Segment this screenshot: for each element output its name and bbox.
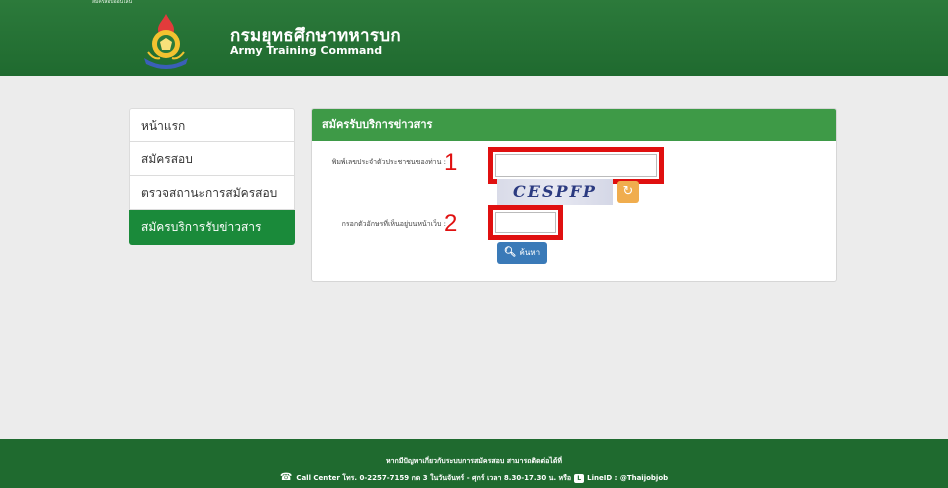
captcha-image: CESPFP <box>497 179 613 205</box>
id-number-label: พิมพ์เลขประจำตัวประชาชนของท่าน : <box>331 158 446 166</box>
annotation-number-2: 2 <box>444 210 458 237</box>
site-header: สมัครสอบออนไลน์ กรมยุทธศึกษาทหารบก Army … <box>0 0 948 76</box>
footer-call-center: Call Center โทร. 0-2257-7159 กด 3 ในวันจ… <box>296 474 572 482</box>
site-footer: หากมีปัญหาเกี่ยวกับระบบการสมัครสอบ สามาร… <box>0 439 948 488</box>
search-button-label: ค้นหา <box>519 248 541 257</box>
sidebar-item-news-subscription[interactable]: สมัครบริการรับข่าวสาร <box>129 210 295 245</box>
sidebar-item-home[interactable]: หน้าแรก <box>129 108 295 142</box>
search-icon: 🔍︎ <box>503 247 517 258</box>
footer-contact-line: ☎ Call Center โทร. 0-2257-7159 กด 3 ในวัน… <box>0 472 948 484</box>
panel-title: สมัครรับบริการข่าวสาร <box>312 109 836 141</box>
sidebar-item-check-status[interactable]: ตรวจสถานะการสมัครสอบ <box>129 176 295 210</box>
sidebar-item-apply[interactable]: สมัครสอบ <box>129 142 295 176</box>
subscription-panel: สมัครรับบริการข่าวสาร พิมพ์เลขประจำตัวปร… <box>311 108 837 282</box>
sidebar-menu: หน้าแรก สมัครสอบ ตรวจสถานะการสมัครสอบ สม… <box>129 108 295 245</box>
footer-line-id: LineID : @Thaijobjob <box>587 474 669 482</box>
site-title-english: Army Training Command <box>230 44 383 57</box>
refresh-icon[interactable]: ↻ <box>617 181 639 203</box>
footer-help-text: หากมีปัญหาเกี่ยวกับระบบการสมัครสอบ สามาร… <box>386 457 562 465</box>
id-number-input[interactable] <box>495 154 657 177</box>
line-app-icon: L <box>574 473 585 483</box>
army-emblem-icon <box>144 14 188 69</box>
top-strip-text: สมัครสอบออนไลน์ <box>92 0 133 5</box>
captcha-input[interactable] <box>495 212 556 233</box>
phone-icon: ☎ <box>279 472 293 483</box>
captcha-label: กรอกตัวอักษรที่เห็นอยู่บนหน้าเว็บ : <box>341 220 446 228</box>
search-button[interactable]: 🔍︎ ค้นหา <box>497 242 547 264</box>
annotation-number-1: 1 <box>444 149 458 176</box>
